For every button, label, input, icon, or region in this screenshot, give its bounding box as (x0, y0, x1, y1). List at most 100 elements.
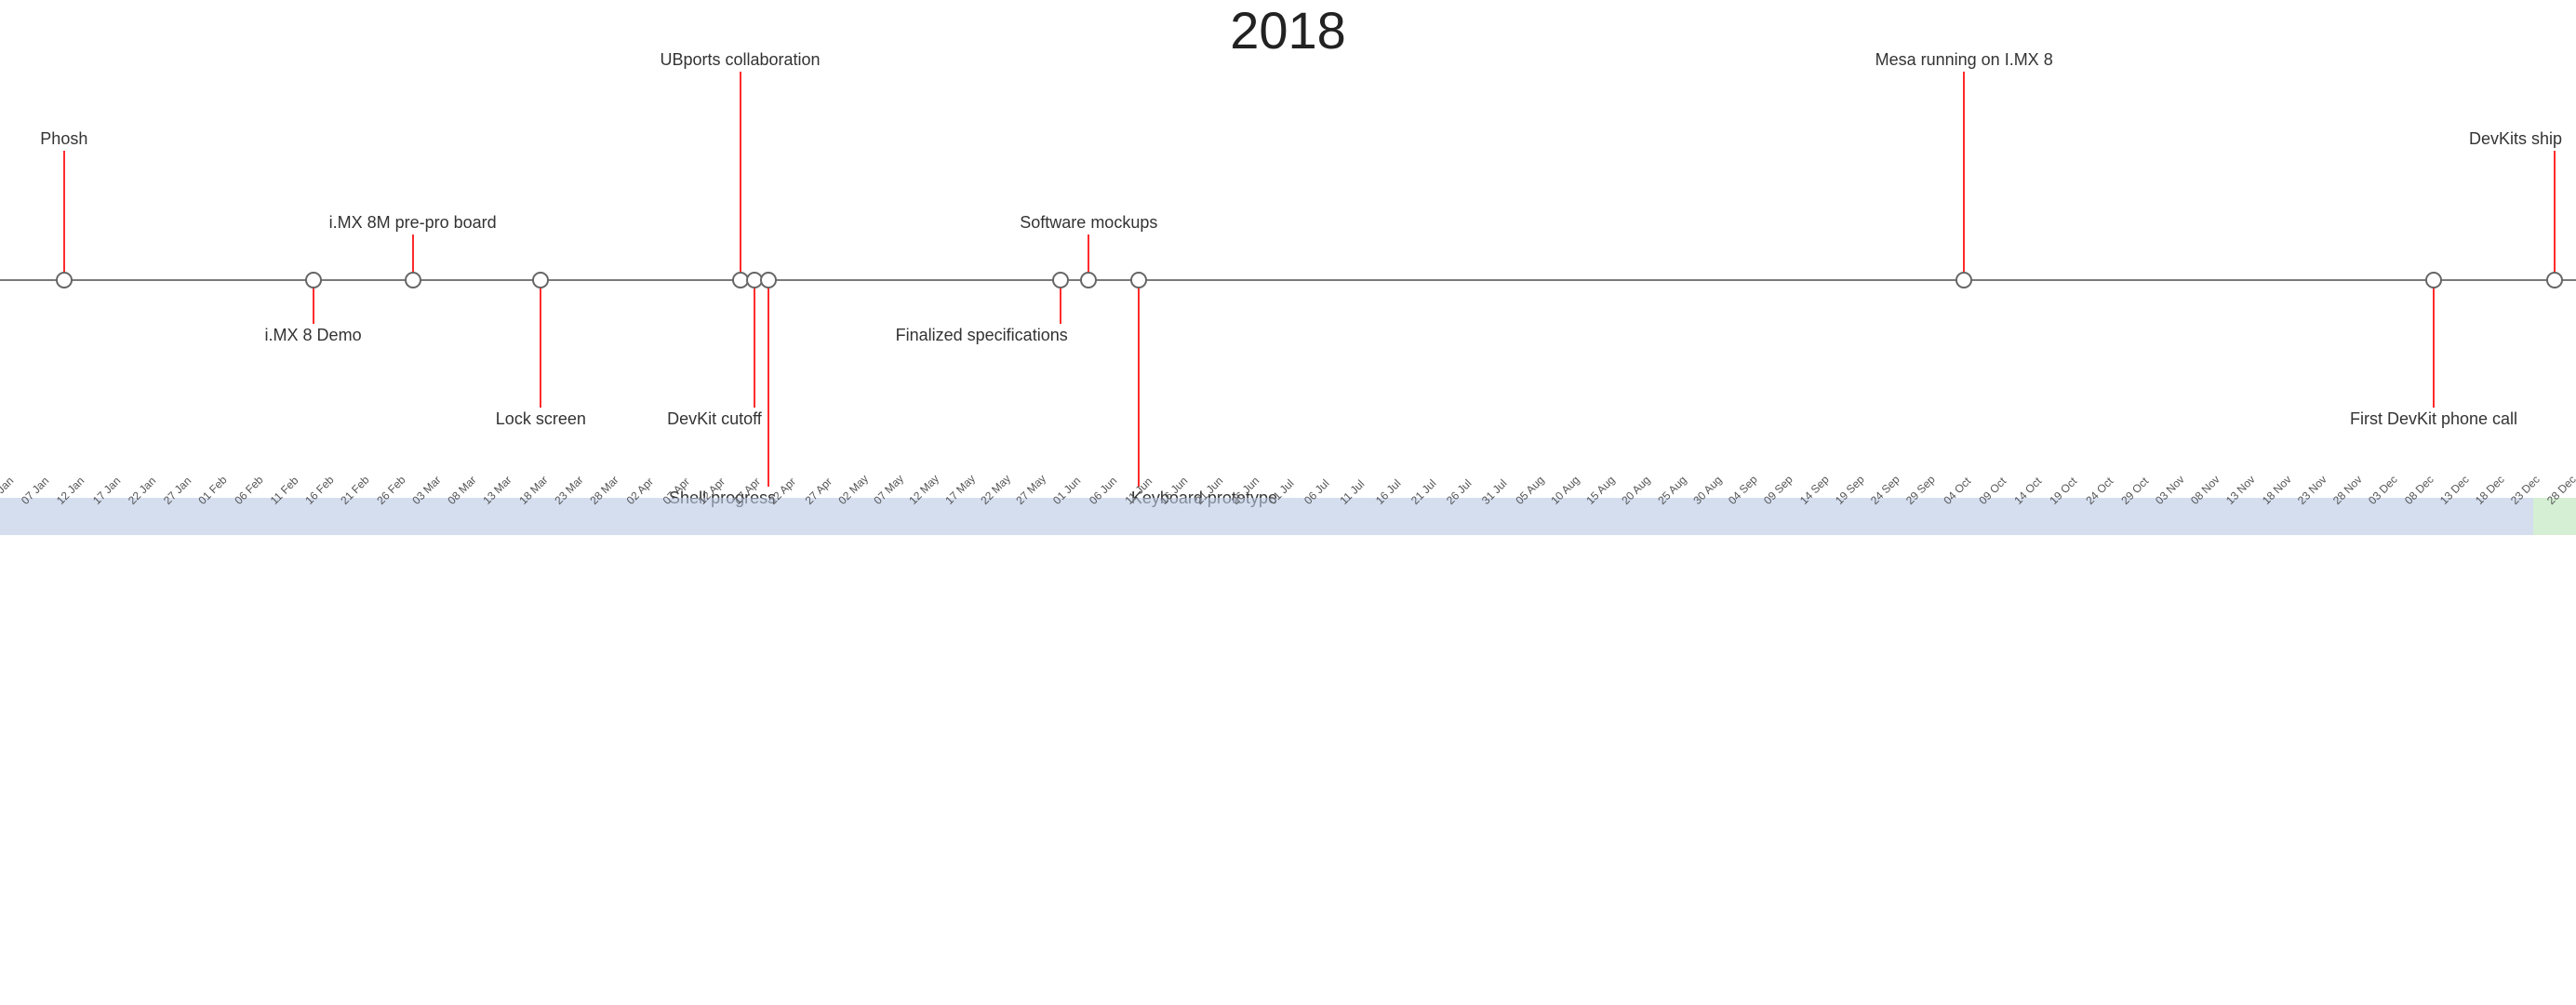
axis-tick: 18 Dec (2473, 473, 2507, 507)
axis-tick: 12 Jan (54, 475, 87, 507)
axis-tick: 18 Nov (2260, 473, 2294, 507)
event-stem (412, 234, 414, 272)
event-marker (2546, 272, 2563, 288)
axis-tick: 23 Dec (2508, 473, 2543, 507)
axis-tick: 18 Mar (516, 474, 550, 507)
event-stem (2433, 287, 2435, 408)
axis-tick: 05 Aug (1513, 474, 1546, 507)
axis-tick: 08 Dec (2402, 473, 2436, 507)
axis-tick: 26 Jul (1444, 476, 1475, 507)
axis-tick: 23 Nov (2295, 473, 2329, 507)
axis-tick: 25 Aug (1655, 474, 1688, 507)
axis-tick: 08 Nov (2188, 473, 2222, 507)
event-stem (754, 287, 755, 408)
axis-tick: 21 Jul (1408, 476, 1439, 507)
axis-tick: 09 Oct (1976, 475, 2009, 507)
axis-tick: 27 Jan (161, 475, 194, 507)
event-marker (2425, 272, 2442, 288)
event-label: Lock screen (496, 409, 586, 429)
axis-tick: 16 Feb (303, 474, 337, 507)
axis-tick: 22 Apr (767, 475, 798, 506)
event-marker (1130, 272, 1147, 288)
event-stem (313, 287, 314, 324)
event-marker (305, 272, 322, 288)
axis-tick: 06 Feb (232, 474, 265, 507)
event-label: First DevKit phone call (2350, 409, 2517, 429)
axis-tick: 02 Apr (624, 475, 656, 506)
axis-tick: 14 Sep (1797, 473, 1832, 507)
event-marker (1955, 272, 1972, 288)
axis-tick: 31 Jul (1479, 476, 1510, 507)
event-label: i.MX 8 Demo (265, 326, 362, 345)
axis-tick: 22 Jan (126, 475, 158, 507)
axis-tick: 13 Mar (481, 474, 514, 507)
axis-tick: 03 Mar (409, 474, 443, 507)
axis-tick: 04 Oct (1941, 475, 1973, 507)
axis-tick: 27 May (1013, 472, 1048, 507)
event-marker (405, 272, 421, 288)
event-marker (760, 272, 777, 288)
axis-tick: 02 Jan (0, 475, 16, 507)
axis-tick: 02 May (835, 472, 871, 507)
axis-tick: 07 May (871, 472, 906, 507)
axis-tick: 13 Dec (2437, 473, 2472, 507)
axis-tick: 07 Jan (19, 475, 51, 507)
date-axis: 02 Jan07 Jan12 Jan17 Jan22 Jan27 Jan01 F… (0, 498, 2576, 535)
event-stem (767, 287, 769, 487)
chart-title: 2018 (0, 0, 2576, 60)
event-stem (2554, 151, 2556, 272)
event-marker (1052, 272, 1069, 288)
axis-tick: 06 Jun (1087, 475, 1119, 507)
axis-tick: 01 Jul (1266, 476, 1297, 507)
axis-tick: 03 Nov (2153, 473, 2187, 507)
event-marker (56, 272, 73, 288)
axis-tick: 19 Sep (1833, 473, 1867, 507)
event-label: UBports collaboration (660, 50, 820, 70)
event-label: Software mockups (1020, 213, 1157, 233)
event-label: DevKit cutoff (667, 409, 762, 429)
event-stem (1963, 72, 1965, 272)
axis-tick: 29 Sep (1903, 473, 1938, 507)
axis-tick: 11 Feb (268, 474, 301, 507)
event-stem (540, 287, 541, 408)
axis-tick: 10 Aug (1548, 474, 1582, 507)
axis-tick: 01 Jun (1050, 475, 1083, 507)
axis-tick: 12 May (907, 472, 942, 507)
axis-tick: 06 Jul (1301, 476, 1332, 507)
axis-tick: 09 Sep (1761, 473, 1795, 507)
axis-tick: 04 Sep (1726, 473, 1760, 507)
axis-tick: 22 May (978, 472, 1013, 507)
event-label: Finalized specifications (896, 326, 1068, 345)
axis-tick: 17 Jan (90, 475, 123, 507)
event-stem (1088, 234, 1089, 272)
event-stem (1138, 287, 1140, 487)
event-label: DevKits ship (2469, 129, 2562, 149)
axis-tick: 15 Aug (1583, 474, 1617, 507)
event-label: i.MX 8M pre-pro board (329, 213, 497, 233)
axis-tick: 01 Feb (196, 474, 230, 507)
timeline-axis-line (0, 279, 2576, 281)
axis-tick: 21 Feb (339, 474, 372, 507)
axis-tick: 27 Apr (802, 475, 834, 506)
axis-tick: 03 Dec (2366, 473, 2400, 507)
event-marker (532, 272, 549, 288)
axis-tick: 28 Dec (2544, 473, 2576, 507)
axis-tick: 20 Aug (1620, 474, 1653, 507)
axis-tick: 11 Jul (1338, 477, 1368, 507)
axis-tick: 16 Jul (1373, 476, 1404, 507)
axis-tick: 29 Oct (2118, 475, 2151, 507)
axis-tick: 28 Mar (587, 474, 621, 507)
event-stem (63, 151, 65, 272)
event-label: Mesa running on I.MX 8 (1875, 50, 2053, 70)
event-label: Phosh (40, 129, 87, 149)
axis-tick: 24 Sep (1868, 473, 1902, 507)
axis-tick: 17 May (942, 472, 978, 507)
axis-tick: 24 Oct (2083, 475, 2116, 507)
event-stem (740, 72, 741, 272)
axis-tick: 23 Mar (552, 474, 585, 507)
axis-tick: 19 Oct (2048, 475, 2080, 507)
axis-tick: 30 Aug (1690, 474, 1724, 507)
axis-tick: 08 Mar (446, 474, 479, 507)
axis-tick: 14 Oct (2011, 475, 2044, 507)
axis-tick: 26 Feb (374, 474, 407, 507)
